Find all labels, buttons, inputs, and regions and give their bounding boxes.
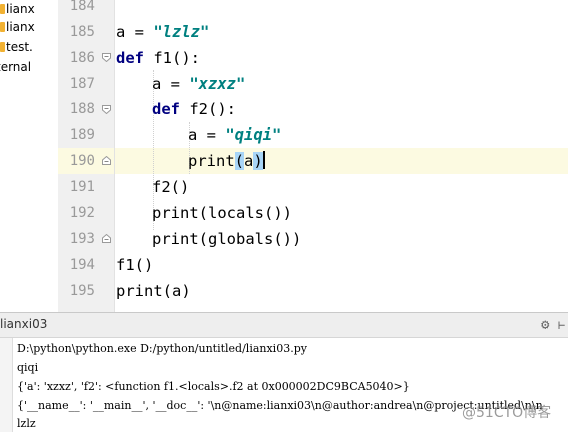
code-line-191: f2() [152, 174, 189, 200]
code-token: a = [152, 75, 190, 93]
python-file-icon [0, 42, 5, 52]
string-literal: "xzxz" [189, 75, 246, 93]
watermark: @51CTO博客 [462, 405, 552, 421]
keyword: def [116, 49, 144, 67]
tree-item-label: ternal [0, 60, 32, 74]
code-token: print [188, 152, 235, 170]
text-caret [262, 151, 265, 169]
run-tab-title[interactable]: lianxi03 [0, 317, 47, 331]
string-literal: "lzlz" [153, 23, 210, 41]
line-number: 194 [69, 257, 95, 273]
current-line-highlight [115, 148, 568, 174]
fold-open-icon[interactable] [102, 105, 111, 114]
fold-close-icon[interactable] [102, 234, 111, 243]
tree-item-lianx-1[interactable]: lianx [0, 0, 35, 18]
tree-item-test[interactable]: test. [0, 38, 33, 56]
tree-item-label: lianx [6, 2, 35, 16]
line-number: 191 [69, 179, 95, 195]
code-line-187: a = "xzxz" [152, 71, 245, 97]
code-editor[interactable]: a = "lzlz" def f1(): a = "xzxz" def f2()… [115, 0, 568, 312]
code-line-189: a = "qiqi" [188, 122, 281, 148]
console-line: lzlz [17, 417, 36, 430]
hide-icon[interactable]: ⊢ [558, 317, 565, 333]
line-number: 186 [69, 50, 95, 66]
code-token: f2() [152, 178, 190, 196]
tree-item-label: lianx [6, 20, 35, 34]
matched-paren: ) [253, 152, 263, 170]
project-tree: lianx lianx test. ternal [0, 0, 58, 312]
code-token: print(a) [116, 282, 191, 300]
code-line-195: print(a) [116, 278, 191, 304]
line-number: 195 [69, 283, 95, 299]
console-line: qiqi [17, 361, 39, 374]
code-token: print(globals()) [152, 230, 302, 248]
run-window-header: lianxi03 ⚙ ⊢ [0, 312, 568, 338]
console-line: {'a': 'xzxz', 'f2': <function f1.<locals… [17, 380, 410, 393]
matched-paren: ( [234, 152, 245, 170]
code-line-190: print(a) [188, 148, 265, 174]
code-line-192: print(locals()) [152, 200, 292, 226]
code-line-193: print(globals()) [152, 226, 301, 252]
code-token: a = [116, 23, 154, 41]
code-line-185: a = "lzlz" [116, 19, 209, 45]
code-token: f1(): [144, 49, 200, 67]
keyword: def [152, 100, 180, 118]
code-line-194: f1() [116, 252, 153, 278]
python-file-icon [0, 22, 5, 32]
code-token: f1() [116, 256, 154, 274]
run-toolbar [0, 338, 13, 432]
tree-item-label: test. [6, 40, 33, 54]
line-number: 188 [69, 101, 95, 117]
tree-item-external[interactable]: ternal [0, 58, 31, 76]
code-line-186: def f1(): [116, 45, 200, 71]
console-line: D:\python\python.exe D:/python/untitled/… [17, 342, 307, 355]
line-number: 193 [69, 231, 95, 247]
line-number: 187 [69, 76, 95, 92]
line-number: 184 [69, 0, 95, 14]
line-number: 189 [69, 127, 95, 143]
code-token: a = [188, 126, 226, 144]
code-token: f2(): [180, 100, 236, 118]
fold-close-icon[interactable] [102, 156, 111, 165]
string-literal: "qiqi" [225, 126, 282, 144]
line-number: 185 [69, 24, 95, 40]
tree-item-lianx-2[interactable]: lianx [0, 18, 35, 36]
code-token: a [244, 152, 254, 170]
fold-open-icon[interactable] [102, 53, 111, 62]
python-file-icon [0, 4, 5, 14]
gear-icon[interactable]: ⚙ [541, 317, 549, 333]
code-token: print(locals()) [152, 204, 292, 222]
line-number: 190 [69, 153, 95, 169]
code-line-188: def f2(): [152, 96, 236, 122]
line-number: 192 [69, 205, 95, 221]
